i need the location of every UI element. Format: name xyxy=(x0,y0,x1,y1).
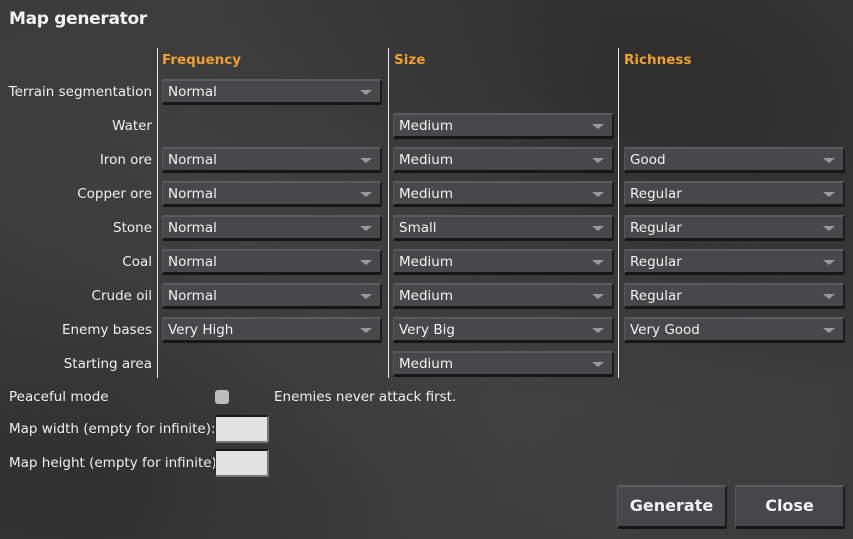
chevron-down-icon xyxy=(823,294,835,299)
map-height-label: Map height (empty for infinite): xyxy=(9,455,222,471)
richness-dropdown[interactable]: Regular xyxy=(624,181,845,207)
size-dropdown[interactable]: Medium xyxy=(393,181,614,207)
row-label: Coal xyxy=(122,254,152,270)
chevron-down-icon xyxy=(360,226,372,231)
chevron-down-icon xyxy=(360,260,372,265)
chevron-down-icon xyxy=(592,294,604,299)
richness-dropdown[interactable]: Good xyxy=(624,147,845,173)
size-dropdown[interactable]: Medium xyxy=(393,147,614,173)
chevron-down-icon xyxy=(823,226,835,231)
dropdown-value: Normal xyxy=(168,152,217,168)
frequency-dropdown[interactable]: Normal xyxy=(162,181,382,207)
dropdown-value: Normal xyxy=(168,288,217,304)
peaceful-mode-description: Enemies never attack first. xyxy=(274,389,457,405)
frequency-dropdown[interactable]: Normal xyxy=(162,215,382,241)
richness-dropdown[interactable]: Very Good xyxy=(624,317,845,343)
dropdown-value: Medium xyxy=(399,152,453,168)
row-label: Copper ore xyxy=(77,186,152,202)
dropdown-value: Medium xyxy=(399,254,453,270)
dropdown-value: Regular xyxy=(630,186,682,202)
dropdown-value: Medium xyxy=(399,356,453,372)
column-header-size: Size xyxy=(394,52,426,68)
size-dropdown[interactable]: Medium xyxy=(393,283,614,309)
richness-dropdown[interactable]: Regular xyxy=(624,283,845,309)
map-width-input[interactable] xyxy=(215,415,269,443)
dropdown-value: Regular xyxy=(630,254,682,270)
chevron-down-icon xyxy=(592,362,604,367)
chevron-down-icon xyxy=(360,158,372,163)
row-label: Iron ore xyxy=(99,152,152,168)
chevron-down-icon xyxy=(360,328,372,333)
size-dropdown[interactable]: Medium xyxy=(393,351,614,377)
dropdown-value: Small xyxy=(399,220,437,236)
window-title: Map generator xyxy=(9,9,147,29)
chevron-down-icon xyxy=(360,192,372,197)
dropdown-value: Normal xyxy=(168,186,217,202)
size-dropdown[interactable]: Medium xyxy=(393,249,614,275)
dropdown-value: Medium xyxy=(399,288,453,304)
dropdown-value: Regular xyxy=(630,220,682,236)
dropdown-value: Very Good xyxy=(630,322,700,338)
frequency-dropdown[interactable]: Normal xyxy=(162,79,382,105)
close-button[interactable]: Close xyxy=(735,485,845,529)
peaceful-mode-label: Peaceful mode xyxy=(9,389,109,405)
row-label: Stone xyxy=(113,220,152,236)
chevron-down-icon xyxy=(592,260,604,265)
column-divider xyxy=(618,48,619,378)
chevron-down-icon xyxy=(823,192,835,197)
size-dropdown[interactable]: Very Big xyxy=(393,317,614,343)
dropdown-value: Normal xyxy=(168,254,217,270)
chevron-down-icon xyxy=(592,158,604,163)
map-width-label: Map width (empty for infinite): xyxy=(9,421,216,437)
dropdown-value: Very Big xyxy=(399,322,455,338)
row-label: Water xyxy=(112,118,152,134)
column-header-frequency: Frequency xyxy=(162,52,242,68)
generate-button[interactable]: Generate xyxy=(617,485,727,529)
row-label: Crude oil xyxy=(91,288,152,304)
dropdown-value: Very High xyxy=(168,322,234,338)
size-dropdown[interactable]: Small xyxy=(393,215,614,241)
dropdown-value: Normal xyxy=(168,84,217,100)
dropdown-value: Medium xyxy=(399,118,453,134)
size-dropdown[interactable]: Medium xyxy=(393,113,614,139)
column-divider xyxy=(157,48,158,378)
frequency-dropdown[interactable]: Normal xyxy=(162,147,382,173)
chevron-down-icon xyxy=(823,260,835,265)
chevron-down-icon xyxy=(823,328,835,333)
frequency-dropdown[interactable]: Normal xyxy=(162,283,382,309)
richness-dropdown[interactable]: Regular xyxy=(624,215,845,241)
frequency-dropdown[interactable]: Normal xyxy=(162,249,382,275)
column-header-richness: Richness xyxy=(624,52,692,68)
row-label: Starting area xyxy=(63,356,152,372)
chevron-down-icon xyxy=(360,294,372,299)
chevron-down-icon xyxy=(360,90,372,95)
dropdown-value: Normal xyxy=(168,220,217,236)
peaceful-mode-checkbox[interactable] xyxy=(215,390,229,404)
richness-dropdown[interactable]: Regular xyxy=(624,249,845,275)
dropdown-value: Good xyxy=(630,152,666,168)
row-label: Enemy bases xyxy=(61,322,152,338)
dropdown-value: Medium xyxy=(399,186,453,202)
column-divider xyxy=(388,48,389,378)
map-height-input[interactable] xyxy=(215,449,269,477)
chevron-down-icon xyxy=(592,328,604,333)
row-label: Terrain segmentation xyxy=(8,84,152,100)
chevron-down-icon xyxy=(592,226,604,231)
chevron-down-icon xyxy=(592,124,604,129)
chevron-down-icon xyxy=(592,192,604,197)
dropdown-value: Regular xyxy=(630,288,682,304)
frequency-dropdown[interactable]: Very High xyxy=(162,317,382,343)
chevron-down-icon xyxy=(823,158,835,163)
